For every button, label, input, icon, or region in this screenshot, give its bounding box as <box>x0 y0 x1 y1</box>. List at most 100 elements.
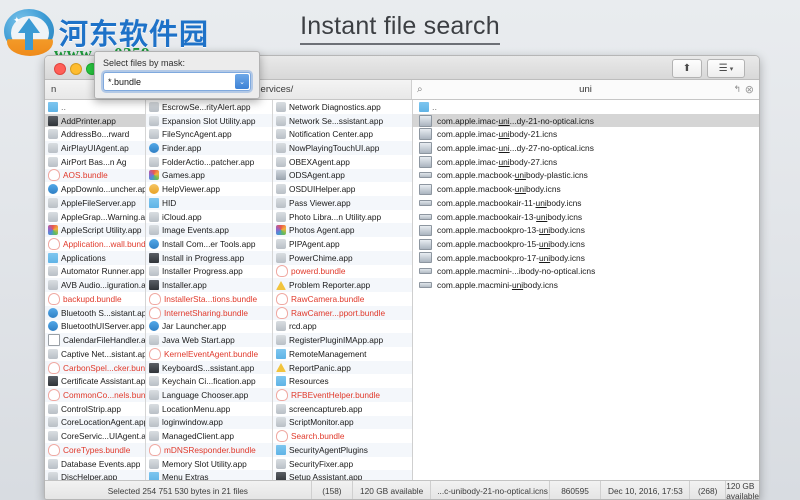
file-row[interactable]: AppleFileServer.app <box>45 196 145 210</box>
file-row[interactable]: KernelEventAgent.bundle <box>146 347 272 361</box>
file-row[interactable]: Search.bundle <box>273 429 412 443</box>
results-parent-row[interactable]: .. <box>413 100 759 114</box>
file-column-2[interactable]: EscrowSe...rityAlert.app Expansion Slot U… <box>146 100 273 480</box>
file-row[interactable]: PIPAgent.app <box>273 237 412 251</box>
file-row[interactable]: Photo Libra...n Utility.app <box>273 210 412 224</box>
file-row[interactable]: Menu Extras <box>146 470 272 480</box>
file-row[interactable]: Games.app <box>146 168 272 183</box>
file-row[interactable]: AddressBo...rward <box>45 127 145 141</box>
file-row[interactable]: backupd.bundle <box>45 292 145 306</box>
file-row[interactable]: SecurityAgentPlugins <box>273 442 412 457</box>
result-row[interactable]: com.apple.imac-uni...dy-27-no-optical.ic… <box>413 141 759 155</box>
result-row[interactable]: com.apple.macbookair-13-unibody.icns <box>413 210 759 224</box>
file-row[interactable]: AVB Audio...iguration.app <box>45 278 145 293</box>
file-row[interactable]: Database Events.app <box>45 457 145 471</box>
file-row[interactable]: Finder.app <box>146 141 272 155</box>
file-row[interactable]: RawCamera.bundle <box>273 292 412 306</box>
view-options-button[interactable]: ☰ ▾ <box>707 59 745 78</box>
file-row[interactable]: Jar Launcher.app <box>146 320 272 334</box>
file-row[interactable]: HelpViewer.app <box>146 182 272 196</box>
mask-combobox[interactable]: *.bundle ⌄ <box>103 72 251 91</box>
file-row[interactable]: Setup Assistant.app <box>273 470 412 480</box>
file-row[interactable]: AppDownlo...uncher.app <box>45 182 145 196</box>
file-row[interactable]: CoreTypes.bundle <box>45 442 145 457</box>
result-row[interactable]: com.apple.macmini-unibody.icns <box>413 278 759 292</box>
file-row[interactable]: Java Web Start.app <box>146 333 272 347</box>
search-results-pane[interactable]: .. com.apple.imac-uni...dy-21-no-optical.… <box>413 100 759 480</box>
file-row[interactable]: FolderActio...patcher.app <box>146 155 272 169</box>
file-row[interactable]: Applications <box>45 250 145 265</box>
file-row[interactable]: InternetSharing.bundle <box>146 305 272 320</box>
file-row[interactable]: Pass Viewer.app <box>273 196 412 210</box>
file-row[interactable]: InstallerSta...tions.bundle <box>146 292 272 306</box>
file-row[interactable]: Image Events.app <box>146 223 272 238</box>
file-row[interactable]: ControlStrip.app <box>45 402 145 416</box>
result-row[interactable]: com.apple.macbookair-11-unibody.icns <box>413 196 759 210</box>
mask-input[interactable]: *.bundle <box>108 77 141 87</box>
file-row[interactable]: RemoteManagement <box>273 347 412 361</box>
file-row[interactable]: BluetoothUIServer.app <box>45 320 145 334</box>
result-row[interactable]: com.apple.imac-unibody-27.icns <box>413 155 759 169</box>
file-row[interactable]: Captive Net...sistant.app <box>45 347 145 361</box>
file-row[interactable]: OSDUIHelper.app <box>273 182 412 196</box>
clear-search-icon[interactable]: ⊗ <box>745 83 754 96</box>
file-row[interactable]: FileSyncAgent.app <box>146 127 272 141</box>
file-row[interactable]: ManagedClient.app <box>146 429 272 443</box>
file-row[interactable]: Bluetooth S...sistant.app <box>45 305 145 320</box>
file-row[interactable]: rcd.app <box>273 320 412 334</box>
chevron-down-icon[interactable]: ⌄ <box>235 74 249 89</box>
file-row[interactable]: AddPrinter.app <box>45 113 145 128</box>
file-row[interactable]: Installer Progress.app <box>146 265 272 279</box>
file-row[interactable]: KeyboardS...ssistant.app <box>146 360 272 375</box>
file-row[interactable]: Certificate Assistant.app <box>45 374 145 388</box>
file-row[interactable]: iCloud.app <box>146 210 272 224</box>
file-row[interactable]: .. <box>45 100 145 114</box>
file-row[interactable]: DiscHelper.app <box>45 470 145 480</box>
file-row[interactable]: CoreServic...UIAgent.app <box>45 429 145 443</box>
file-row[interactable]: RegisterPluginIMApp.app <box>273 333 412 347</box>
file-row[interactable]: ScriptMonitor.app <box>273 415 412 430</box>
file-row[interactable]: Keychain Ci...fication.app <box>146 374 272 388</box>
file-row[interactable]: OBEXAgent.app <box>273 155 412 169</box>
file-row[interactable]: Resources <box>273 374 412 388</box>
result-row[interactable]: com.apple.macbook-unibody.icns <box>413 182 759 196</box>
file-row[interactable]: Photos Agent.app <box>273 223 412 238</box>
result-row[interactable]: com.apple.macbookpro-15-unibody.icns <box>413 237 759 251</box>
file-row[interactable]: HID <box>146 196 272 210</box>
file-column-3[interactable]: Network Diagnostics.app Network Se...ssis… <box>273 100 413 480</box>
file-row[interactable]: mDNSResponder.bundle <box>146 442 272 457</box>
file-row[interactable]: Automator Runner.app <box>45 265 145 279</box>
file-row[interactable]: AppleGrap...Warning.app <box>45 210 145 224</box>
file-row[interactable]: ReportPanic.app <box>273 360 412 375</box>
file-row[interactable]: Expansion Slot Utility.app <box>146 113 272 128</box>
search-bar[interactable]: ⌕ uni ↰ ⊗ <box>412 80 759 99</box>
file-row[interactable]: EscrowSe...rityAlert.app <box>146 100 272 114</box>
close-window-button[interactable] <box>54 63 66 75</box>
file-row[interactable]: CoreLocationAgent.app <box>45 415 145 430</box>
file-row[interactable]: screencaptureb.app <box>273 402 412 416</box>
file-row[interactable]: Memory Slot Utility.app <box>146 457 272 471</box>
file-row[interactable]: ODSAgent.app <box>273 168 412 183</box>
file-row[interactable]: AOS.bundle <box>45 168 145 183</box>
file-row[interactable]: CarbonSpel...cker.bundle <box>45 360 145 375</box>
result-row[interactable]: com.apple.macbook-unibody-plastic.icns <box>413 169 759 183</box>
file-row[interactable]: RawCamer...pport.bundle <box>273 305 412 320</box>
minimize-window-button[interactable] <box>70 63 82 75</box>
file-row[interactable]: AirPort Bas...n Ag <box>45 155 145 169</box>
file-row[interactable]: AppleScript Utility.app <box>45 223 145 238</box>
file-column-1[interactable]: .. AddPrinter.app AddressBo...rward AirPlay… <box>45 100 146 480</box>
file-row[interactable]: Notification Center.app <box>273 127 412 141</box>
file-row[interactable]: AirPlayUIAgent.ap <box>45 141 145 155</box>
file-row[interactable]: loginwindow.app <box>146 415 272 430</box>
result-row[interactable]: com.apple.macbookpro-13-unibody.icns <box>413 223 759 237</box>
file-row[interactable]: powerd.bundle <box>273 265 412 279</box>
file-row[interactable]: Application...wall.bundle <box>45 237 145 251</box>
file-row[interactable]: NowPlayingTouchUI.app <box>273 141 412 155</box>
result-row[interactable]: com.apple.macmini-...ibody-no-optical.ic… <box>413 265 759 279</box>
file-row[interactable]: SecurityFixer.app <box>273 457 412 471</box>
file-row[interactable]: CommonCo...nels.bundle <box>45 388 145 402</box>
file-row[interactable]: Network Se...ssistant.app <box>273 113 412 128</box>
file-row[interactable]: Language Chooser.app <box>146 388 272 402</box>
file-row[interactable]: CalendarFileHandler.app <box>45 333 145 347</box>
search-input[interactable]: uni <box>412 84 759 95</box>
